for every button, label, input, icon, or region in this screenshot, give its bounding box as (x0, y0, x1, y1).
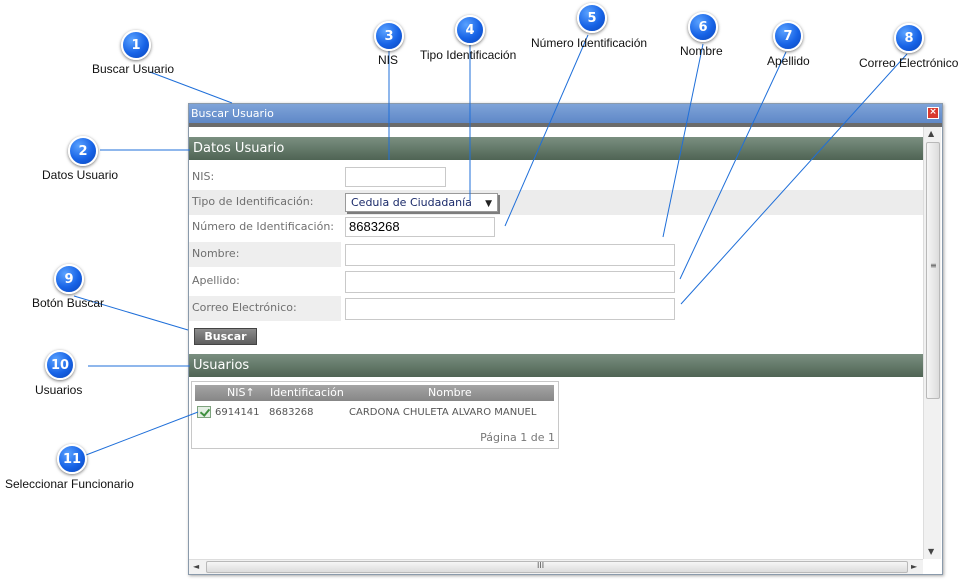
callout-10-badge: 10 (45, 350, 75, 380)
scroll-left-icon[interactable]: ◄ (193, 562, 199, 571)
callout-6-label: Nombre (680, 44, 723, 58)
column-nombre[interactable]: Nombre (428, 386, 472, 399)
callout-11-badge: 11 (57, 444, 87, 474)
correo-input[interactable] (345, 298, 675, 320)
numero-identificacion-input[interactable]: 8683268 (345, 217, 495, 237)
callout-5-label: Número Identificación (531, 36, 648, 50)
callout-9-label: Botón Buscar (32, 296, 105, 310)
horizontal-scroll-thumb[interactable]: III (206, 561, 908, 573)
callout-2-badge: 2 (68, 136, 98, 166)
callout-5-badge: 5 (577, 3, 607, 33)
callout-7-label: Apellido (767, 54, 810, 68)
column-identificacion[interactable]: Identificación (270, 386, 344, 399)
callout-6-badge: 6 (688, 12, 718, 42)
numero-identificacion-label: Número de Identificación: (192, 220, 335, 233)
pager-text: Página 1 de 1 (480, 431, 555, 444)
correo-label: Correo Electrónico: (192, 301, 297, 314)
datos-usuario-header: Datos Usuario (189, 137, 923, 160)
nombre-input[interactable] (345, 244, 675, 266)
callout-7-badge: 7 (773, 21, 803, 51)
callout-3-label: NIS (378, 53, 399, 67)
nis-label: NIS: (192, 170, 215, 183)
apellido-label: Apellido: (192, 274, 240, 287)
callout-11-label: Seleccionar Funcionario (5, 477, 134, 491)
nombre-row: Nombre: (189, 242, 923, 267)
cell-nombre: CARDONA CHULETA ALVARO MANUEL (349, 407, 537, 418)
tipo-identificacion-label: Tipo de Identificación: (192, 195, 314, 208)
tipo-identificacion-select[interactable]: Cedula de Ciudadanía ▼ (345, 193, 498, 212)
callout-8-badge: 8 (894, 23, 924, 53)
column-nis[interactable]: NIS↑ (227, 386, 255, 399)
buscar-button[interactable]: Buscar (194, 328, 257, 345)
callout-3-badge: 3 (374, 21, 404, 51)
callout-2-label: Datos Usuario (42, 168, 119, 182)
grip-icon: III (537, 561, 545, 570)
nombre-label: Nombre: (192, 247, 240, 260)
callout-4-label: Tipo Identificación (420, 48, 517, 62)
tipo-identificacion-value: Cedula de Ciudadanía (351, 196, 472, 209)
callout-4-badge: 4 (455, 15, 485, 45)
dialog-title: Buscar Usuario (191, 107, 274, 120)
apellido-row: Apellido: (189, 269, 923, 294)
vertical-scroll-thumb[interactable]: ≡ (926, 142, 940, 399)
select-row-icon[interactable] (197, 406, 211, 418)
buscar-usuario-dialog: Buscar Usuario × Datos Usuario NIS: Tipo… (188, 103, 943, 575)
cell-nis: 6914141 (215, 407, 260, 418)
callout-8-label: Correo Electrónico (859, 56, 959, 70)
callout-10-label: Usuarios (35, 383, 83, 397)
chevron-down-icon[interactable]: ▼ (485, 196, 492, 213)
horizontal-scrollbar[interactable]: ◄ III ► (189, 559, 923, 574)
numero-identificacion-row: Número de Identificación: 8683268 (189, 215, 923, 240)
scroll-up-icon[interactable]: ▲ (928, 129, 934, 138)
grid-header: NIS↑ Identificación Nombre (195, 385, 554, 401)
scroll-right-icon[interactable]: ► (911, 562, 917, 571)
apellido-input[interactable] (345, 271, 675, 293)
usuarios-grid: NIS↑ Identificación Nombre 6914141 86832… (191, 381, 559, 449)
tipo-identificacion-row: Tipo de Identificación: Cedula de Ciudad… (189, 190, 923, 215)
nis-input[interactable] (345, 167, 446, 187)
close-icon[interactable]: × (927, 107, 939, 119)
callout-9-badge: 9 (54, 264, 84, 294)
usuarios-header: Usuarios (189, 354, 923, 377)
dialog-titlebar[interactable]: Buscar Usuario × (189, 104, 942, 123)
callout-1-badge: 1 (121, 30, 151, 60)
callout-1-label: Buscar Usuario (92, 62, 175, 76)
correo-row: Correo Electrónico: (189, 296, 923, 321)
grip-icon: ≡ (930, 261, 937, 270)
vertical-scrollbar[interactable]: ▲ ≡ ▼ (923, 127, 941, 559)
nis-row: NIS: (189, 165, 923, 190)
dialog-content: Datos Usuario NIS: Tipo de Identificació… (189, 127, 923, 559)
scroll-down-icon[interactable]: ▼ (928, 547, 934, 556)
cell-identificacion: 8683268 (269, 407, 314, 418)
